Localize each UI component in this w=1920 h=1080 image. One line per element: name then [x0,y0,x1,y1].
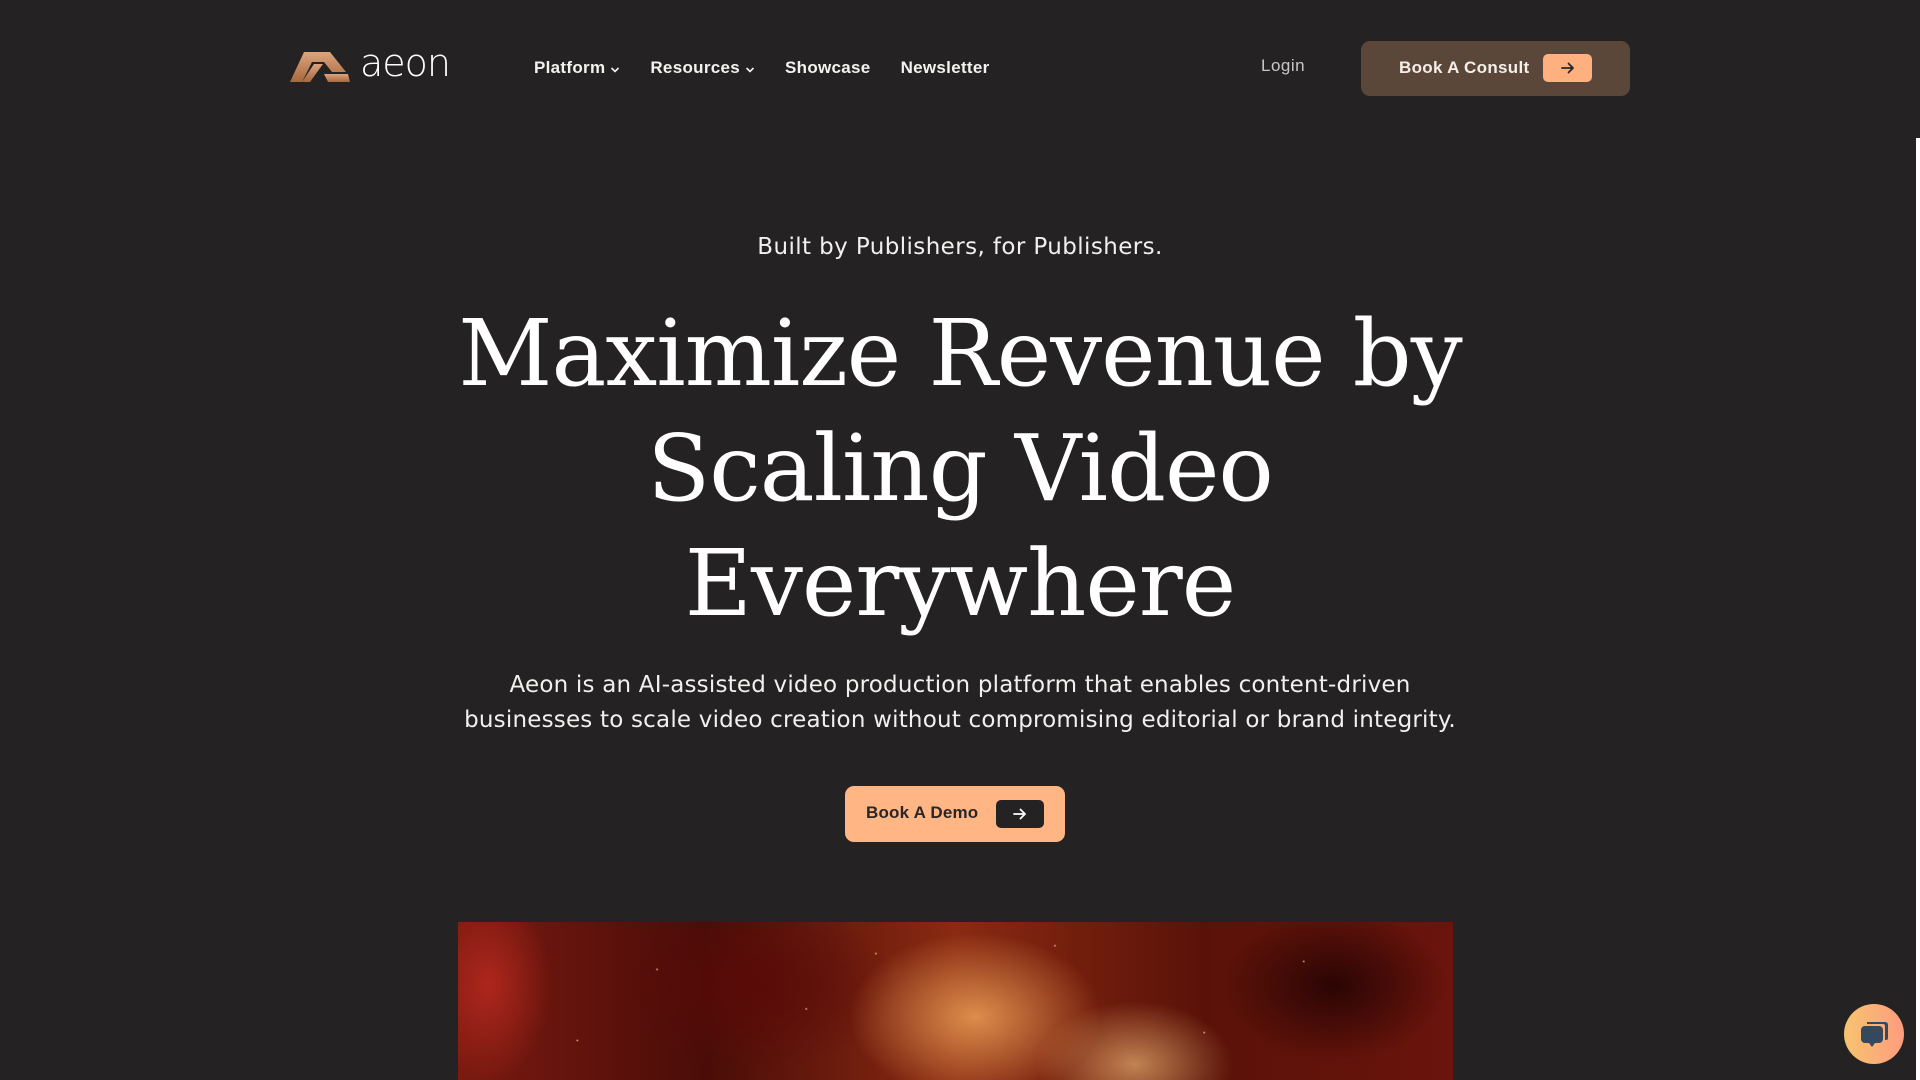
book-consult-label: Book A Consult [1399,58,1530,77]
aeon-logo-icon [290,52,350,82]
description-line: businesses to scale video creation witho… [464,707,1456,733]
nav-item-showcase[interactable]: Showcase [785,58,871,78]
nav-item-platform[interactable]: Platform [534,58,620,78]
video-frame-texture [458,922,1453,1080]
nav-item-label: Showcase [785,58,871,77]
nav-item-newsletter[interactable]: Newsletter [901,58,990,78]
login-link[interactable]: Login [1261,56,1305,76]
book-consult-button[interactable]: Book A Consult [1361,41,1630,96]
hero-description: Aeon is an AI-assisted video production … [400,668,1520,738]
description-line: Aeon is an AI-assisted video production … [509,672,1411,698]
hero-headline: Maximize Revenue by Scaling Video Everyw… [360,296,1560,641]
headline-line: Scaling Video [647,415,1274,522]
nav-item-label: Resources [650,58,740,77]
chat-bubbles-icon [1861,1022,1888,1047]
main-menu: Platform Resources Showcase Newsletter [534,56,1020,80]
brand-wordmark: aeon [360,41,451,85]
chevron-down-icon [611,66,620,73]
nav-item-label: Platform [534,58,606,77]
headline-line: Maximize Revenue by [458,300,1462,407]
book-demo-label: Book A Demo [866,803,979,822]
chat-widget-button[interactable] [1844,1004,1904,1064]
nav-item-label: Newsletter [900,58,990,77]
page-scrollbar[interactable] [1916,138,1920,1080]
brand-logo[interactable]: aeon [288,41,451,85]
top-navigation: aeon Platform Resources Showcase Newslet… [0,0,1920,138]
chevron-down-icon [745,66,755,73]
hero-video-preview[interactable] [458,922,1453,1080]
book-demo-button[interactable]: Book A Demo [845,786,1065,842]
arrow-right-icon [996,800,1044,828]
arrow-right-icon [1543,54,1592,82]
headline-line: Everywhere [684,530,1236,637]
hero-eyebrow: Built by Publishers, for Publishers. [757,234,1163,260]
nav-item-resources[interactable]: Resources [650,58,755,78]
